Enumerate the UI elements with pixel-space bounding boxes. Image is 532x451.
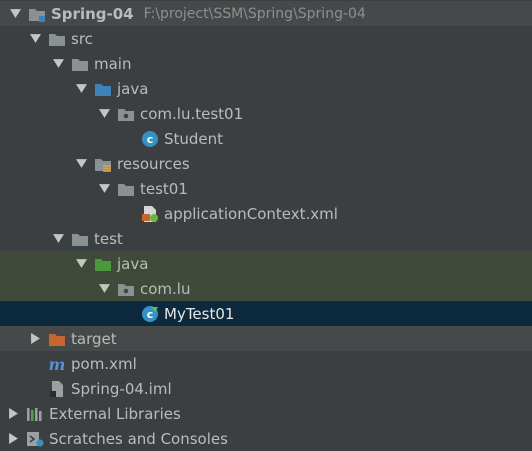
tree-item-pom[interactable]: m pom.xml xyxy=(0,351,532,376)
tree-item-label: Student xyxy=(164,129,224,148)
tree-item-test-java[interactable]: java xyxy=(0,251,532,276)
svg-text:m: m xyxy=(49,355,66,373)
tree-item-application-context[interactable]: applicationContext.xml xyxy=(0,201,532,226)
tree-item-label: com.lu xyxy=(140,279,191,298)
iml-file-icon xyxy=(48,380,66,398)
tree-item-package-com-lu[interactable]: com.lu xyxy=(0,276,532,301)
maven-icon: m xyxy=(48,355,66,373)
svg-text:c: c xyxy=(147,133,154,146)
project-tree: Spring-04 F:\project\SSM\Spring\Spring-0… xyxy=(0,0,532,449)
tree-item-label: pom.xml xyxy=(71,354,137,373)
module-name: Spring-04 xyxy=(51,4,134,23)
chevron-down-icon[interactable] xyxy=(74,157,88,171)
chevron-down-icon[interactable] xyxy=(74,257,88,271)
tree-item-label: test xyxy=(94,229,123,248)
tree-item-main-java[interactable]: java xyxy=(0,76,532,101)
tree-item-package-com-lu-test01[interactable]: com.lu.test01 xyxy=(0,101,532,126)
libraries-icon xyxy=(26,405,44,423)
svg-text:c: c xyxy=(147,308,154,321)
tree-item-student[interactable]: c Student xyxy=(0,126,532,151)
test-root-icon xyxy=(94,255,112,273)
tree-item-src[interactable]: src xyxy=(0,26,532,51)
chevron-down-icon[interactable] xyxy=(28,32,42,46)
tree-item-target[interactable]: target xyxy=(0,326,532,351)
tree-item-label: src xyxy=(71,29,93,48)
chevron-right-icon[interactable] xyxy=(6,432,20,446)
tree-item-label: java xyxy=(117,254,149,273)
tree-item-main[interactable]: main xyxy=(0,51,532,76)
chevron-down-icon[interactable] xyxy=(8,7,22,21)
test-class-icon: c xyxy=(141,305,159,323)
tree-item-external-libraries[interactable]: External Libraries xyxy=(0,401,532,426)
chevron-down-icon[interactable] xyxy=(51,57,65,71)
tree-item-label: Spring-04.iml xyxy=(71,379,172,398)
tree-item-label: applicationContext.xml xyxy=(164,204,338,223)
folder-icon xyxy=(71,230,89,248)
excluded-folder-icon xyxy=(48,330,66,348)
package-icon xyxy=(117,280,135,298)
chevron-down-icon[interactable] xyxy=(97,107,111,121)
tree-item-resources[interactable]: resources xyxy=(0,151,532,176)
chevron-down-icon[interactable] xyxy=(74,82,88,96)
tree-item-spring-04[interactable]: Spring-04 F:\project\SSM\Spring\Spring-0… xyxy=(0,1,532,26)
tree-item-label: java xyxy=(117,79,149,98)
tree-item-test[interactable]: test xyxy=(0,226,532,251)
tree-item-label: Scratches and Consoles xyxy=(49,429,228,448)
resources-folder-icon xyxy=(94,155,112,173)
tree-item-label: main xyxy=(94,54,132,73)
chevron-down-icon[interactable] xyxy=(51,232,65,246)
tree-item-iml[interactable]: Spring-04.iml xyxy=(0,376,532,401)
tree-item-label: test01 xyxy=(140,179,188,198)
spring-xml-icon xyxy=(141,205,159,223)
tree-item-scratches[interactable]: Scratches and Consoles xyxy=(0,426,532,451)
module-folder-icon xyxy=(28,5,46,23)
package-icon xyxy=(117,105,135,123)
chevron-down-icon[interactable] xyxy=(97,282,111,296)
chevron-right-icon[interactable] xyxy=(28,332,42,346)
tree-item-label: resources xyxy=(117,154,190,173)
java-class-icon: c xyxy=(141,130,159,148)
folder-icon xyxy=(71,55,89,73)
tree-item-label: External Libraries xyxy=(49,404,181,423)
source-root-icon xyxy=(94,80,112,98)
folder-icon xyxy=(117,180,135,198)
tree-item-label: MyTest01 xyxy=(164,304,235,323)
chevron-right-icon[interactable] xyxy=(6,407,20,421)
module-path: F:\project\SSM\Spring\Spring-04 xyxy=(143,5,366,22)
tree-item-mytest01[interactable]: c MyTest01 xyxy=(0,301,532,326)
tree-item-label: com.lu.test01 xyxy=(140,104,244,123)
folder-icon xyxy=(48,30,66,48)
chevron-down-icon[interactable] xyxy=(97,182,111,196)
tree-item-resources-test01[interactable]: test01 xyxy=(0,176,532,201)
scratches-icon xyxy=(26,430,44,448)
tree-item-label: target xyxy=(71,329,117,348)
